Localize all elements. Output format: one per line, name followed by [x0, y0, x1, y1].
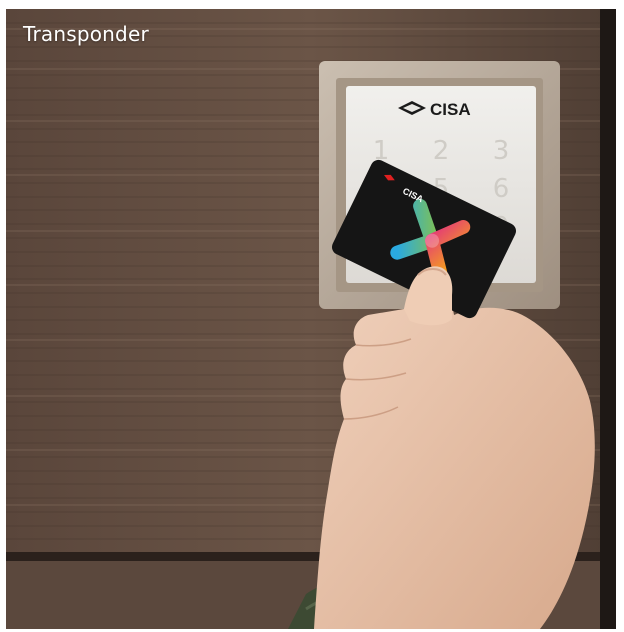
- keypad-digit-2: 2: [433, 136, 450, 166]
- caption: Transponder: [23, 22, 149, 46]
- photo-scene: CISA 1 2 3 4 5 6 7 8 9: [6, 9, 616, 629]
- reader-brand: CISA: [430, 100, 471, 119]
- keypad-digit-3: 3: [493, 136, 510, 166]
- door-edge: [600, 9, 616, 629]
- keypad-digit-6: 6: [493, 174, 510, 204]
